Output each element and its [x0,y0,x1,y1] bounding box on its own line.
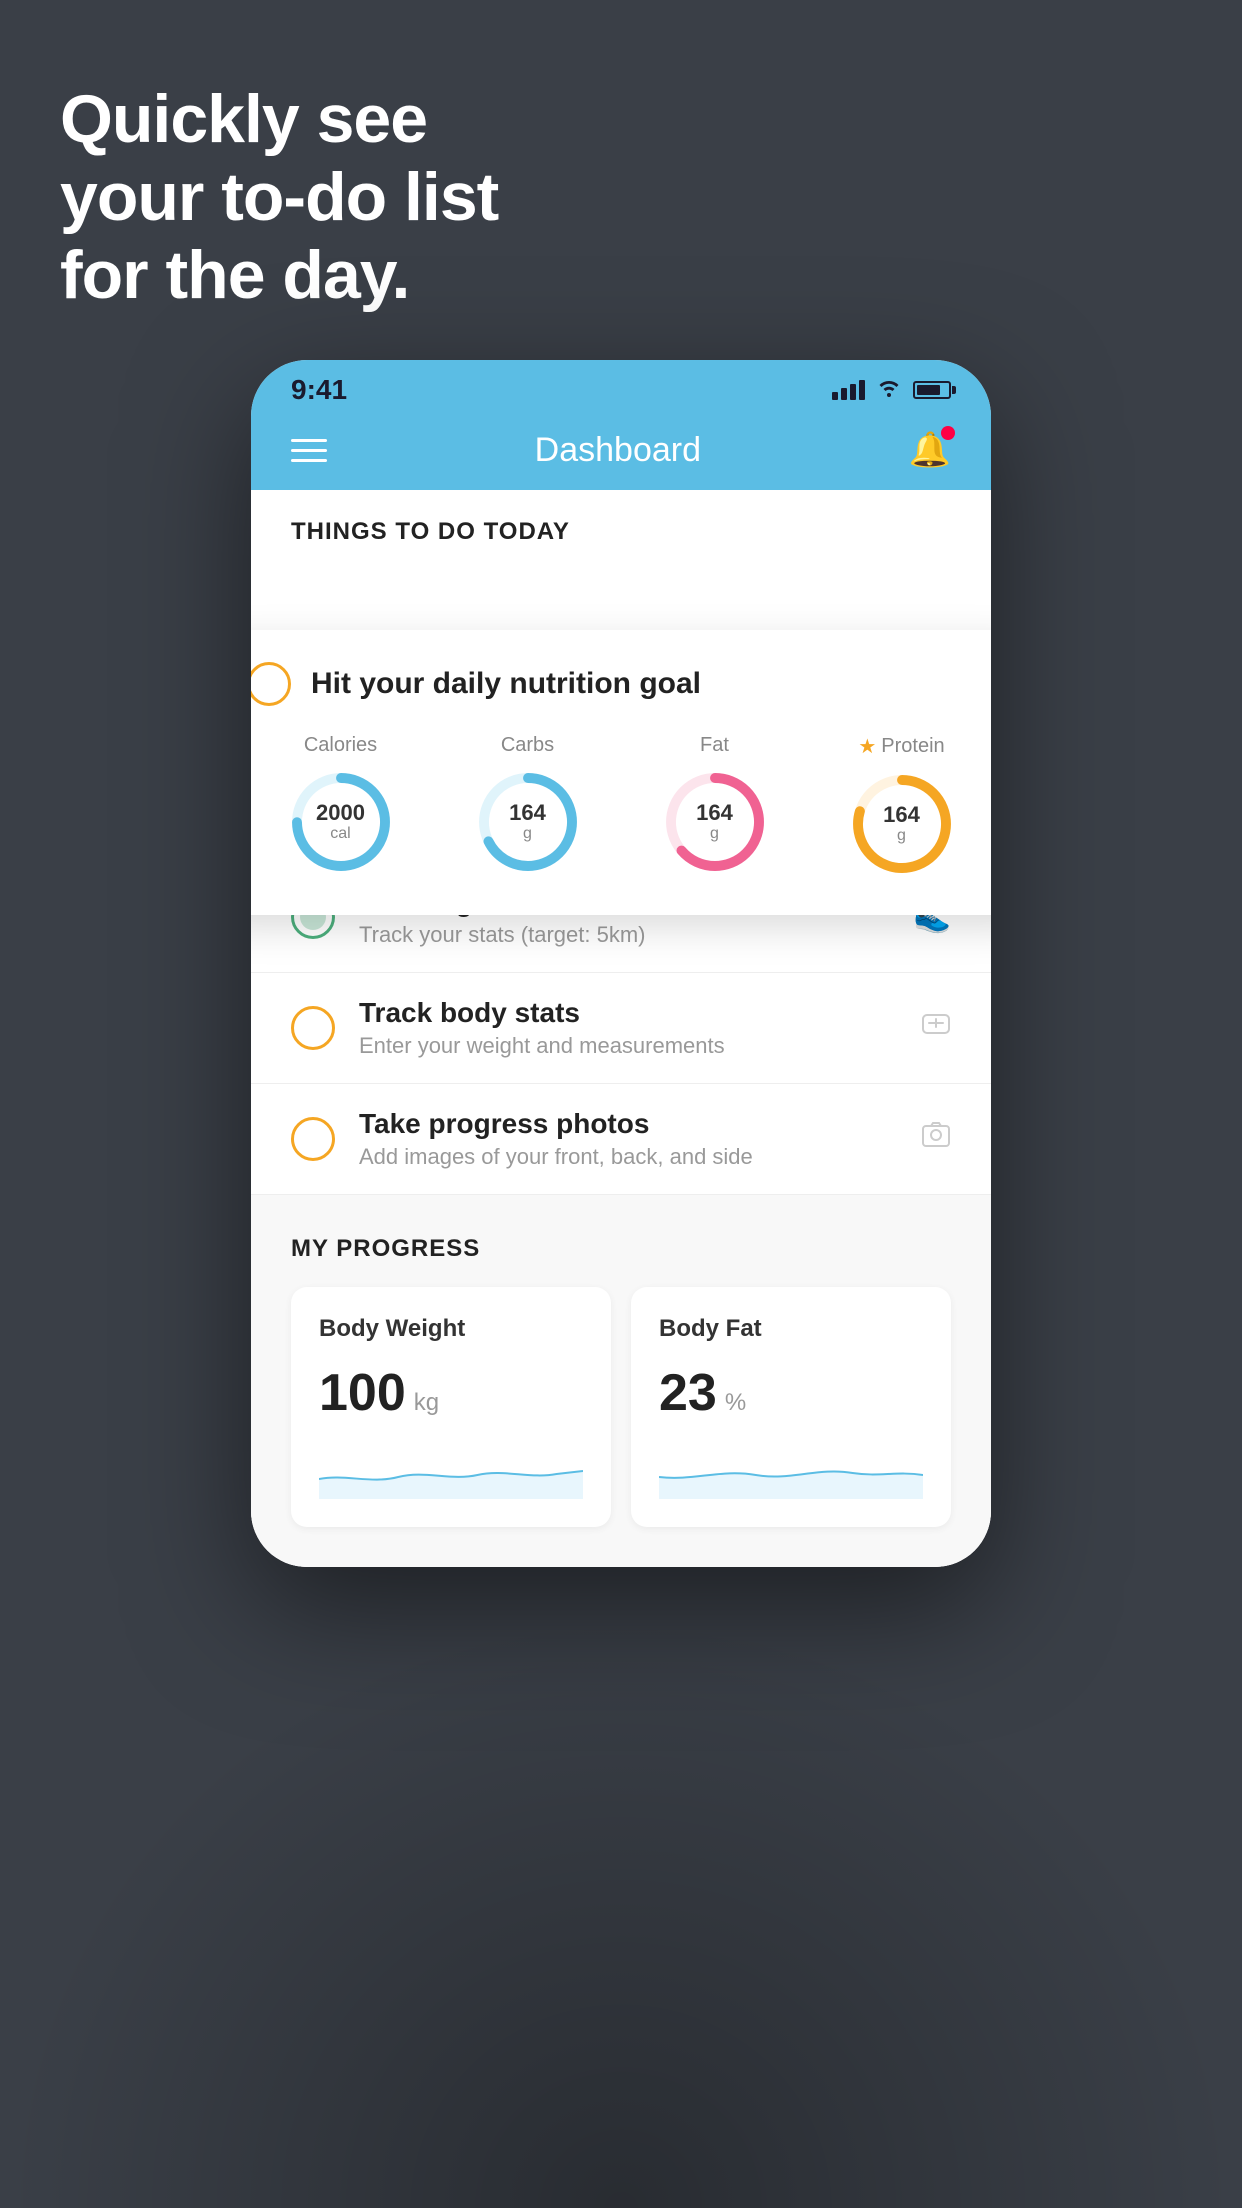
notification-bell-icon[interactable]: 🔔 [909,430,951,470]
nav-title: Dashboard [535,431,701,470]
body-fat-title: Body Fat [659,1315,923,1343]
section-title: THINGS TO DO TODAY [291,518,951,546]
protein-item: ★ Protein 164 g [847,734,957,879]
status-time: 9:41 [291,374,347,406]
carbs-value: 164 g [509,801,546,843]
fat-label: Fat [700,734,729,757]
nav-bar: Dashboard 🔔 [251,414,991,490]
star-icon: ★ [858,734,876,759]
carbs-item: Carbs 164 g [473,734,583,877]
hamburger-menu[interactable] [291,439,327,462]
progress-photos-name: Take progress photos [359,1108,897,1140]
hero-text: Quickly see your to-do list for the day. [60,80,498,315]
calories-label: Calories [304,734,377,757]
body-stats-checkbox[interactable] [291,1006,335,1050]
carbs-label: Carbs [501,734,554,757]
progress-section: MY PROGRESS Body Weight 100 kg [251,1195,991,1567]
calories-item: Calories 2000 cal [286,734,396,877]
battery-icon [913,381,951,399]
progress-title: MY PROGRESS [291,1235,951,1263]
notification-dot [941,426,955,440]
status-bar: 9:41 [251,360,991,414]
protein-value: 164 g [883,803,920,845]
body-fat-unit: % [725,1389,746,1417]
card-header: Hit your daily nutrition goal [251,662,991,706]
signal-icon [832,380,865,400]
calories-chart: 2000 cal [286,767,396,877]
body-weight-number: 100 [319,1363,406,1423]
body-weight-title: Body Weight [319,1315,583,1343]
body-fat-number: 23 [659,1363,717,1423]
things-today-header: THINGS TO DO TODAY [251,490,991,562]
scale-icon [921,1009,951,1047]
calories-value: 2000 cal [316,801,365,843]
phone-body: THINGS TO DO TODAY Hit your daily nutrit… [251,490,991,1567]
background-overlay [0,1608,1242,2208]
nutrition-radio[interactable] [251,662,291,706]
fat-chart: 164 g [660,767,770,877]
progress-photos-checkbox[interactable] [291,1117,335,1161]
phone-mockup: 9:41 Dashboard 🔔 [251,360,991,1567]
body-stats-content: Track body stats Enter your weight and m… [359,997,897,1059]
protein-label: ★ Protein [858,734,944,759]
todo-body-stats[interactable]: Track body stats Enter your weight and m… [251,973,991,1084]
protein-chart: 164 g [847,769,957,879]
progress-photos-content: Take progress photos Add images of your … [359,1108,897,1170]
todo-section: Hit your daily nutrition goal Calories [251,562,991,1195]
progress-photos-desc: Add images of your front, back, and side [359,1144,897,1170]
running-desc: Track your stats (target: 5km) [359,922,890,948]
fat-item: Fat 164 g [660,734,770,877]
photo-icon [921,1120,951,1158]
body-fat-card[interactable]: Body Fat 23 % [631,1287,951,1527]
carbs-chart: 164 g [473,767,583,877]
nutrition-card-title: Hit your daily nutrition goal [311,667,701,701]
progress-cards: Body Weight 100 kg Body Fat [291,1287,951,1527]
body-fat-chart [659,1439,923,1499]
fat-value: 164 g [696,801,733,843]
body-weight-unit: kg [414,1389,439,1417]
body-weight-chart [319,1439,583,1499]
todo-progress-photos[interactable]: Take progress photos Add images of your … [251,1084,991,1195]
body-stats-desc: Enter your weight and measurements [359,1033,897,1059]
nutrition-circles: Calories 2000 cal [251,734,991,879]
body-stats-name: Track body stats [359,997,897,1029]
nutrition-card: Hit your daily nutrition goal Calories [251,630,991,915]
body-fat-value: 23 % [659,1363,923,1423]
status-icons [832,377,951,403]
body-weight-card[interactable]: Body Weight 100 kg [291,1287,611,1527]
wifi-icon [875,377,903,403]
body-weight-value: 100 kg [319,1363,583,1423]
